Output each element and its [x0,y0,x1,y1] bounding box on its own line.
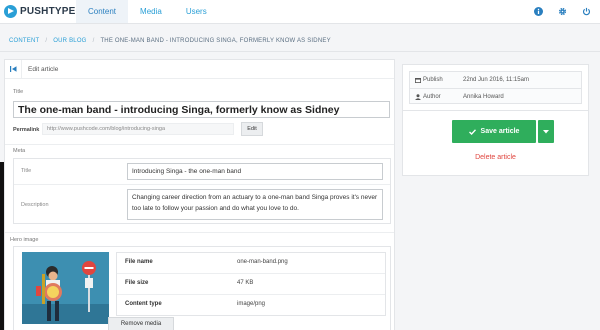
content-type-label: Content type [125,301,162,307]
logo-mark-icon [4,5,17,18]
file-name-value: one-man-band.png [237,259,288,265]
calendar-icon [415,78,421,83]
author-label: Author [423,94,441,100]
publish-sidebar: Publish 22nd Jun 2016, 11:15am Author An… [402,64,589,176]
publish-row: Publish 22nd Jun 2016, 11:15am [410,72,581,88]
meta-box: Title Introducing Singa - the one-man ba… [13,158,391,224]
hero-section-label: Hero image [10,237,39,243]
sidebar-divider [403,110,588,111]
content-type-value: image/png [237,301,266,307]
meta-description-label: Description [21,202,49,208]
meta-title-label: Title [21,168,32,174]
hero-image-thumbnail [22,252,109,324]
file-size-label: File size [125,280,149,286]
save-article-label: Save article [480,128,520,135]
tab-users[interactable]: Users [174,0,219,23]
breadcrumb-divider [0,51,600,52]
top-navbar: PUSHTYPE Content Media Users [0,0,600,24]
table-row: File name one-man-band.png [117,253,385,272]
table-row: File size 47 KB [117,274,385,293]
publish-info-box: Publish 22nd Jun 2016, 11:15am Author An… [409,71,582,104]
title-input[interactable]: The one-man band - introducing Singa, fo… [13,101,390,118]
file-name-label: File name [125,259,153,265]
meta-section-label: Meta [13,148,26,154]
breadcrumb-our-blog[interactable]: OUR BLOG [53,38,86,44]
edit-header: Edit article [5,59,394,79]
edit-article-panel: Edit article Title The one-man band - in… [4,59,395,330]
meta-description-row: Description Changing career direction fr… [14,185,390,224]
file-info-table: File name one-man-band.png File size 47 … [116,252,386,316]
meta-title-input[interactable]: Introducing Singa - the one-man band [127,163,383,180]
gear-icon[interactable] [558,7,567,16]
remove-media-button[interactable]: Remove media [108,317,174,330]
breadcrumb-separator: / [92,38,95,44]
edit-header-label: Edit article [28,65,59,73]
publish-date[interactable]: 22nd Jun 2016, 11:15am [463,77,529,83]
brand-name: PUSHTYPE [20,6,76,17]
edit-permalink-button[interactable]: Edit [241,122,263,136]
section-divider [5,232,394,233]
author-name[interactable]: Annika Howard [463,94,504,100]
save-article-button[interactable]: Save article [452,120,536,143]
breadcrumb-current: THE ONE-MAN BAND - INTRODUCING SINGA, FO… [100,38,331,44]
permalink-label: Permalink [13,127,40,133]
permalink-field[interactable]: http://www.pushcode.com/blog/introducing… [42,123,234,135]
section-divider [5,144,394,145]
meta-title-row: Title Introducing Singa - the one-man ba… [14,159,390,184]
tab-media[interactable]: Media [128,0,174,23]
collapse-button[interactable] [5,59,22,79]
power-icon[interactable] [582,7,591,16]
info-icon[interactable] [534,7,543,16]
checkmark-icon [468,128,476,135]
publish-label: Publish [423,77,443,83]
user-icon [415,94,421,100]
tab-content[interactable]: Content [76,0,129,23]
table-row: Content type image/png [117,295,385,314]
delete-article-link[interactable]: Delete article [403,154,588,161]
breadcrumb-separator: / [45,38,48,44]
meta-description-textarea[interactable]: Changing career direction from an actuar… [127,189,383,220]
back-arrow-icon [9,66,16,72]
chevron-down-icon [543,129,549,133]
file-size-value: 47 KB [237,280,254,286]
top-icon-group [534,0,600,23]
author-row: Author Annika Howard [410,89,581,105]
title-label: Title [13,89,24,95]
breadcrumb-content[interactable]: CONTENT [9,38,39,44]
one-man-band-illustration [22,252,109,324]
breadcrumb: CONTENT / OUR BLOG / THE ONE-MAN BAND - … [0,31,600,51]
hero-image-box: File name one-man-band.png File size 47 … [13,246,391,330]
save-options-dropdown[interactable] [538,120,554,143]
app-logo[interactable]: PUSHTYPE [0,0,76,23]
